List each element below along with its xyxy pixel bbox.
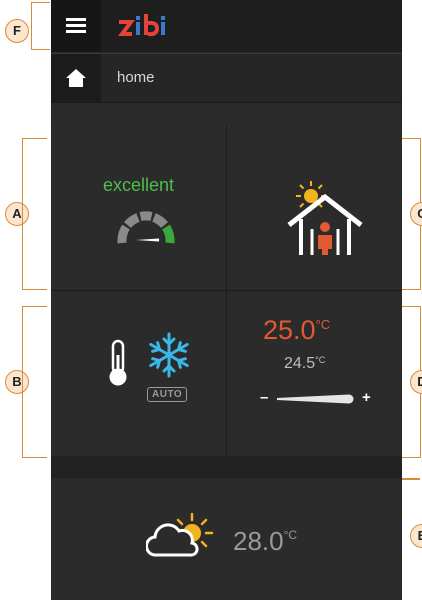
increase-setpoint-button[interactable]: + (362, 389, 371, 406)
current-temp-value: 25.0 (263, 315, 316, 345)
partly-cloudy-icon (146, 512, 214, 557)
home-icon (66, 69, 86, 87)
weather-tile[interactable]: 28.0°C (51, 478, 402, 600)
callout-e-line (402, 478, 420, 480)
callout-a-bracket (22, 138, 47, 290)
zibi-logo (118, 14, 165, 37)
callout-e: E (410, 524, 422, 548)
callout-f-bracket (31, 2, 50, 50)
home-button[interactable] (51, 54, 101, 102)
snowflake-icon (149, 332, 189, 378)
climate-mode-tile[interactable]: AUTO (51, 291, 226, 456)
callout-b-bracket (22, 306, 47, 458)
target-temp-unit: °C (315, 355, 326, 365)
hamburger-icon (66, 18, 86, 34)
air-quality-tile[interactable]: excellent (51, 125, 226, 290)
target-temp-value: 24.5 (284, 355, 316, 372)
current-temperature: 25.0°C (263, 315, 330, 346)
thermostat-tile: 25.0°C 24.5°C – + (227, 291, 402, 456)
setpoint-slider[interactable] (277, 393, 357, 405)
tile-divider (51, 290, 402, 291)
gauge-icon (117, 211, 175, 244)
breadcrumb: home (51, 53, 402, 103)
decrease-setpoint-button[interactable]: – (260, 389, 268, 406)
outdoor-temp-value: 28.0 (233, 526, 284, 556)
top-bar (51, 0, 402, 52)
breadcrumb-label: home (117, 69, 155, 86)
outdoor-temperature: 28.0°C (233, 526, 297, 557)
house-sun-person-icon (287, 181, 363, 255)
callout-f: F (5, 19, 29, 43)
target-temperature: 24.5°C (284, 355, 325, 373)
presence-tile[interactable] (227, 125, 402, 290)
outdoor-temp-unit: °C (283, 528, 298, 542)
auto-mode-badge: AUTO (147, 387, 188, 402)
thermometer-icon (109, 339, 127, 386)
air-quality-label: excellent (102, 175, 175, 195)
menu-button[interactable] (51, 0, 101, 52)
device-screen: home excellent AUTO 25.0°C 24.5°C – + 28… (51, 0, 402, 600)
current-temp-unit: °C (315, 317, 331, 332)
tile-divider (51, 456, 402, 478)
